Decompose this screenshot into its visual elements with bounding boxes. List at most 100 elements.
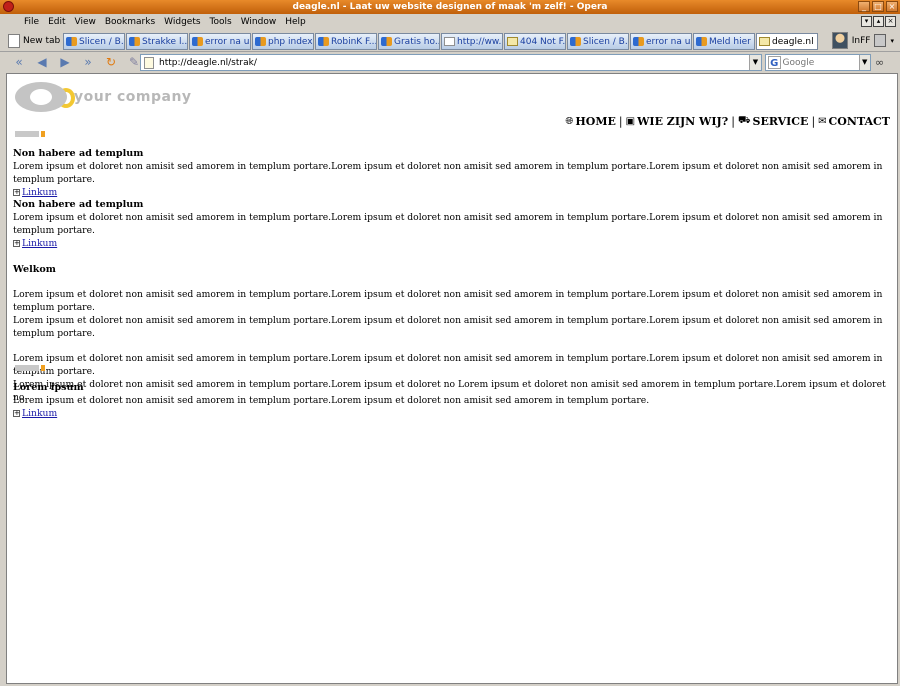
news-item: Non habere ad templum Lorem ipsum et dol… [13, 147, 893, 199]
tab-3[interactable]: php index... [252, 33, 314, 50]
page-icon [444, 37, 455, 46]
doc-icon [507, 37, 518, 46]
globe-icon: 🌐︎ [565, 116, 574, 127]
tab-5[interactable]: Gratis ho... [378, 33, 440, 50]
menu-view[interactable]: View [75, 15, 96, 29]
news-title: Non habere ad templum [13, 199, 144, 210]
news-item: Non habere ad templum Lorem ipsum et dol… [13, 198, 893, 250]
tab-4[interactable]: RobinK F... [315, 33, 377, 50]
tab-6[interactable]: http://ww... [441, 33, 503, 50]
fast-forward-icon[interactable]: » [81, 55, 95, 69]
page-icon [144, 56, 154, 69]
envelope-icon: ✉ [818, 116, 827, 127]
bitmap-icon [318, 37, 329, 46]
tab-label: deagle.nl ... [772, 36, 817, 47]
tab-1[interactable]: Strakke l... [126, 33, 188, 50]
nav-wie-zijn-wij[interactable]: WIE ZIJN WIJ? [637, 115, 728, 128]
lorem-title: Lorem ipsum [13, 382, 84, 393]
address-field[interactable]: ▼ [140, 54, 762, 71]
tab-strip: Slicen / B... Strakke l... error na u... ph… [63, 33, 818, 50]
nav-contact[interactable]: CONTACT [829, 115, 890, 128]
search-input[interactable] [782, 57, 859, 68]
tab-10[interactable]: Meld hier ... [693, 33, 755, 50]
menu-widgets[interactable]: Widgets [164, 15, 200, 29]
mdi-close-button[interactable]: × [885, 16, 896, 27]
avatar[interactable] [831, 32, 848, 49]
bitmap-icon [633, 37, 644, 46]
tab-0[interactable]: Slicen / B... [63, 33, 125, 50]
lorem-link[interactable]: Linkum [22, 407, 57, 420]
close-button[interactable]: × [886, 1, 898, 12]
bitmap-icon [66, 37, 77, 46]
glasses-icon[interactable]: ∞ [875, 56, 884, 69]
title-bar: deagle.nl - Laat uw website designen of … [0, 0, 900, 14]
page-viewport: your company 🌐︎ HOME | ▣ WIE ZIJN WIJ? |… [6, 73, 898, 684]
bitmap-icon [192, 37, 203, 46]
bitmap-icon [129, 37, 140, 46]
menu-window[interactable]: Window [241, 15, 277, 29]
tab-label: Gratis ho... [394, 36, 439, 47]
company-logo[interactable]: your company [15, 80, 195, 114]
news-link[interactable]: Linkum [22, 237, 57, 250]
mdi-restore-button[interactable]: ▴ [873, 16, 884, 27]
nav-separator: | [618, 115, 623, 128]
lorem-section: Lorem ipsum Lorem ipsum et doloret non a… [13, 381, 893, 420]
trash-icon[interactable] [874, 34, 887, 47]
address-toolbar: « ◀ ▶ » ↻ ✎ ▼ G ▼ ∞ [0, 52, 900, 73]
welcome-title: Welkom [13, 264, 56, 275]
new-tab-label: New tab [23, 36, 61, 46]
tab-label: php index... [268, 36, 313, 47]
welcome-text: Lorem ipsum et doloret non amisit sed am… [13, 289, 883, 313]
nav-separator: | [811, 115, 816, 128]
chevron-down-icon[interactable]: ▾ [890, 37, 894, 45]
tab-label: RobinK F... [331, 36, 376, 47]
menu-edit[interactable]: Edit [48, 15, 65, 29]
plus-icon: + [13, 188, 20, 196]
cart-icon: ⛟ [737, 115, 751, 126]
tab-11[interactable]: deagle.nl ... [756, 33, 818, 50]
rewind-icon[interactable]: « [12, 55, 26, 69]
logo-ring [15, 82, 69, 112]
url-history-dropdown[interactable]: ▼ [749, 55, 761, 70]
nav-separator: | [731, 115, 735, 128]
google-icon[interactable]: G [768, 56, 781, 69]
tab-2[interactable]: error na u... [189, 33, 251, 50]
url-input[interactable] [159, 57, 749, 68]
brand-name: your company [74, 89, 192, 105]
menu-help[interactable]: Help [285, 15, 306, 29]
tab-label: Slicen / B... [79, 36, 124, 47]
edit-icon[interactable]: ✎ [127, 55, 141, 69]
tab-7[interactable]: 404 Not F... [504, 33, 566, 50]
news-text: Lorem ipsum et doloret non amisit sed am… [13, 161, 883, 185]
new-tab-button[interactable]: New tab [8, 32, 60, 50]
reload-icon[interactable]: ↻ [104, 55, 118, 69]
tab-label: Strakke l... [142, 36, 187, 47]
mdi-minimize-button[interactable]: ▾ [861, 16, 872, 27]
tab-label: http://ww... [457, 36, 502, 47]
search-engine-dropdown[interactable]: ▼ [858, 55, 870, 70]
menu-bar: File Edit View Bookmarks Widgets Tools W… [0, 14, 900, 30]
nav-service[interactable]: SERVICE [753, 115, 809, 128]
tab-label: error na u... [205, 36, 250, 47]
maximize-button[interactable]: □ [872, 1, 884, 12]
tab-label: Slicen / B... [583, 36, 628, 47]
tab-bar: New tab Slicen / B... Strakke l... error n… [0, 30, 900, 52]
search-field[interactable]: G ▼ [765, 54, 871, 71]
bitmap-icon [255, 37, 266, 46]
top-navigation: 🌐︎ HOME | ▣ WIE ZIJN WIJ? | ⛟ SERVICE | … [565, 115, 890, 128]
plus-icon: + [13, 409, 20, 417]
tab-9[interactable]: error na u... [630, 33, 692, 50]
nav-home[interactable]: HOME [575, 115, 616, 128]
section-marker [15, 131, 46, 137]
menu-file[interactable]: File [24, 15, 39, 29]
forward-icon[interactable]: ▶ [58, 55, 72, 69]
bitmap-icon [696, 37, 707, 46]
minimize-button[interactable]: _ [858, 1, 870, 12]
bitmap-icon [570, 37, 581, 46]
bitmap-icon [381, 37, 392, 46]
menu-bookmarks[interactable]: Bookmarks [105, 15, 155, 29]
menu-tools[interactable]: Tools [210, 15, 232, 29]
tab-8[interactable]: Slicen / B... [567, 33, 629, 50]
doc-icon [759, 37, 770, 46]
back-icon[interactable]: ◀ [35, 55, 49, 69]
